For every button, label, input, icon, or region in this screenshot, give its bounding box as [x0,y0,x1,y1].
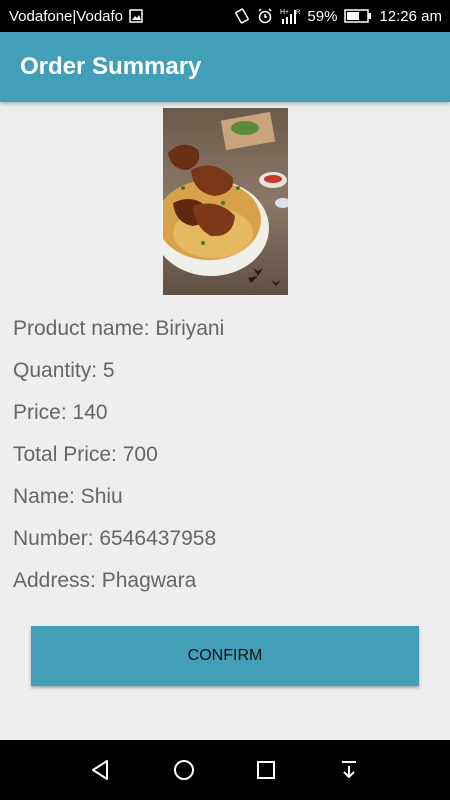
total-price-text: Total Price: 700 [13,443,158,466]
phone-number-text: Number: 6546437958 [13,527,217,550]
back-icon[interactable] [81,750,121,790]
page-title: Order Summary [20,53,202,80]
quantity-text: Quantity: 5 [13,359,115,382]
svg-text:R: R [296,10,300,16]
battery-percent: 59% [307,7,338,25]
status-right: H+ R 59% 12:26 am [234,7,442,25]
navigation-bar [0,740,450,800]
address-text: Address: Phagwara [13,569,197,592]
status-left: Vodafone|Vodafo [9,8,143,25]
home-icon[interactable] [164,750,204,790]
customer-name-text: Name: Shiu [13,485,123,508]
image-icon [129,9,143,23]
product-name-text: Product name: Biriyani [13,317,225,340]
price-text: Price: 140 [13,401,108,424]
carrier-label: Vodafone|Vodafo [9,7,124,25]
battery-icon [344,9,372,23]
alarm-icon [257,8,273,24]
clock: 12:26 am [379,7,442,25]
vibrate-icon [234,8,250,24]
signal-icon: H+ R [280,7,300,25]
status-bar: Vodafone|Vodafo H+ R 59% 12:26 am [0,0,450,32]
order-details: Product name: Biriyani Quantity: 5 Price… [13,308,433,602]
app-bar: Order Summary [0,32,450,102]
recents-icon[interactable] [246,750,286,790]
notification-pull-icon[interactable] [329,750,369,790]
confirm-button[interactable]: CONFIRM [31,626,419,686]
svg-text:H+: H+ [280,9,289,16]
product-image [163,108,288,295]
